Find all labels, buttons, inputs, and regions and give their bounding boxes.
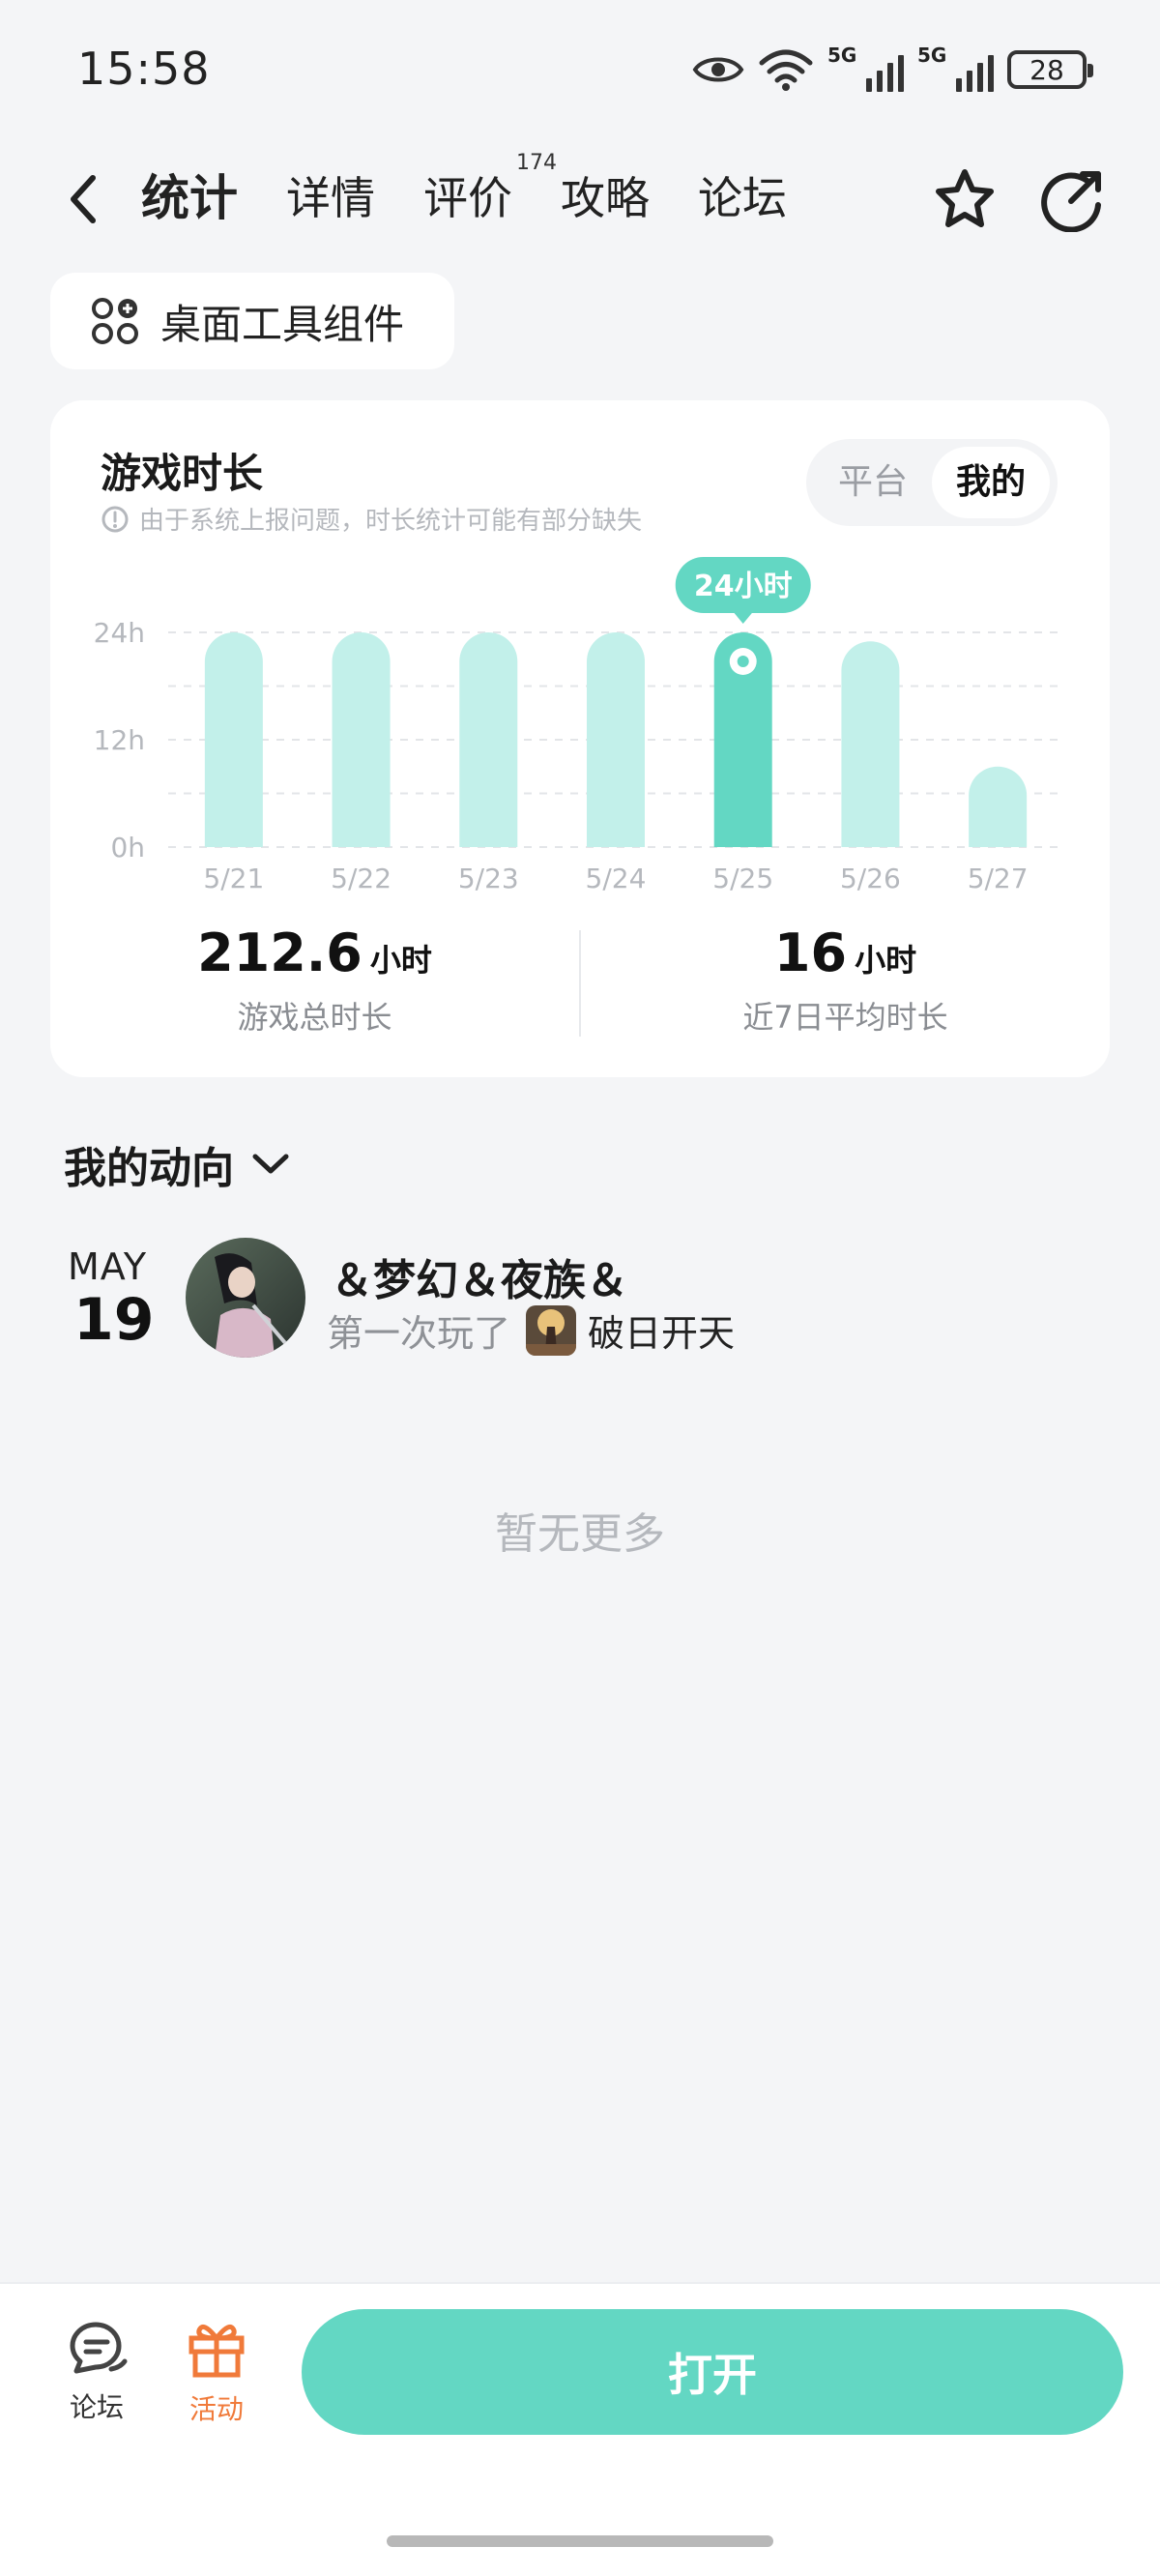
- share-icon: [1041, 171, 1101, 232]
- x-tick-label: 5/27: [968, 863, 1029, 894]
- top-nav: 统计 详情 评价 174 攻略 论坛: [0, 153, 1160, 242]
- bar-5/21: [204, 632, 263, 847]
- network-type-2: 5G: [917, 44, 947, 67]
- widget-grid-icon: [92, 298, 138, 344]
- total-playtime-label: 游戏总时长: [237, 999, 392, 1036]
- info-icon: [102, 506, 129, 532]
- total-playtime-unit: 小时: [369, 942, 432, 979]
- y-tick-label: 24h: [94, 617, 145, 649]
- eye-icon: [692, 57, 744, 82]
- game-thumbnail[interactable]: [526, 1304, 577, 1356]
- tab-bar: 统计 详情 评价 174 攻略 论坛: [137, 153, 835, 232]
- x-tick-label: 5/26: [840, 863, 901, 894]
- tab-reviews-label: 评价: [423, 172, 512, 224]
- back-button[interactable]: [62, 172, 104, 226]
- bar-5/27: [969, 766, 1028, 847]
- activity-item[interactable]: MAY 19 ＆梦幻＆夜族＆ 第一次玩了 破日开天: [64, 1238, 1098, 1373]
- data-source-toggle: 平台 我的: [806, 439, 1058, 526]
- x-tick-label: 5/21: [203, 863, 264, 894]
- x-tick-label: 5/23: [458, 863, 519, 894]
- open-game-button[interactable]: 打开: [302, 2309, 1123, 2435]
- home-indicator[interactable]: [387, 2535, 773, 2547]
- tooltip-pointer: [733, 612, 753, 624]
- forum-button[interactable]: 论坛: [48, 2319, 145, 2425]
- favorite-button[interactable]: [930, 164, 1000, 234]
- x-tick-label: 5/22: [331, 863, 392, 894]
- y-tick-label: 12h: [94, 724, 145, 756]
- activity-action: 第一次玩了: [327, 1312, 511, 1355]
- cell-signal-2-icon: 5G: [917, 44, 994, 92]
- user-avatar[interactable]: [186, 1238, 305, 1358]
- app-page: 15:58 5G 5G 28 统计 详情 评价 174 攻略 论坛 桌面工具组件…: [0, 0, 1160, 2576]
- tooltip-text: 24小时: [694, 570, 793, 603]
- desktop-widget-label: 桌面工具组件: [160, 300, 405, 348]
- tab-guides[interactable]: 攻略: [561, 164, 650, 232]
- nav-actions: [930, 164, 1108, 234]
- playtime-note-text: 由于系统上报问题，时长统计可能有部分缺失: [139, 507, 643, 536]
- chat-bubble-icon: [70, 2322, 128, 2374]
- forum-button-label: 论坛: [69, 2391, 124, 2423]
- bar-5/23: [459, 632, 518, 847]
- cell-signal-1-icon: 5G: [827, 44, 904, 92]
- network-type-1: 5G: [827, 44, 857, 67]
- highlight-marker-dot: [737, 656, 749, 667]
- bar-5/22: [332, 632, 391, 847]
- activity-filter[interactable]: 我的动向: [64, 1133, 290, 1195]
- y-tick-label: 0h: [110, 832, 145, 864]
- playtime-bar-chart: 0h 12h 24h 5/21 5/22 5/23 5/24 5/25 24小时 5/26 5/27: [94, 557, 1061, 894]
- toggle-platform[interactable]: 平台: [814, 447, 932, 518]
- battery-level: 28: [1030, 53, 1064, 86]
- average-playtime-label: 近7日平均时长: [742, 999, 948, 1036]
- activity-description: 第一次玩了 破日开天: [327, 1303, 735, 1357]
- playtime-stats: 212.6 小时 游戏总时长 16 小时 近7日平均时长: [50, 922, 1110, 1039]
- desktop-widget-button[interactable]: 桌面工具组件: [50, 273, 454, 369]
- tab-details[interactable]: 详情: [286, 164, 375, 232]
- playtime-title: 游戏时长: [101, 450, 264, 497]
- x-tick-label: 5/24: [586, 863, 647, 894]
- chevron-left-icon: [71, 175, 96, 223]
- tab-reviews[interactable]: 评价 174: [423, 153, 557, 232]
- tab-stats[interactable]: 统计: [137, 164, 242, 232]
- gift-icon: [188, 2324, 245, 2378]
- activity-month: MAY: [68, 1245, 148, 1288]
- chevron-down-icon: [252, 1154, 289, 1174]
- review-count-badge: 174: [516, 151, 557, 175]
- avatar-image: [186, 1238, 305, 1358]
- tab-forum[interactable]: 论坛: [698, 164, 787, 232]
- total-playtime-value: 212.6: [197, 922, 362, 983]
- status-bar: 15:58 5G 5G 28: [0, 0, 1160, 135]
- status-icons: 5G 5G 28: [692, 43, 1093, 97]
- status-time: 15:58: [77, 43, 211, 95]
- tab-details-label: 详情: [286, 172, 375, 224]
- average-playtime: 16 小时 近7日平均时长: [581, 922, 1110, 1039]
- tab-forum-label: 论坛: [698, 172, 787, 224]
- events-button-label: 活动: [188, 2393, 244, 2425]
- share-button[interactable]: [1038, 164, 1108, 234]
- events-button[interactable]: 活动: [168, 2319, 265, 2427]
- star-icon: [936, 169, 994, 227]
- activity-day: 19: [73, 1286, 155, 1354]
- playtime-note: 由于系统上报问题，时长统计可能有部分缺失: [101, 501, 642, 537]
- tab-guides-label: 攻略: [561, 172, 650, 224]
- total-playtime: 212.6 小时 游戏总时长: [50, 922, 579, 1039]
- average-playtime-unit: 小时: [855, 942, 917, 979]
- bar-5/24: [587, 632, 645, 847]
- activity-game-name[interactable]: 破日开天: [588, 1303, 735, 1357]
- playtime-card: 游戏时长 由于系统上报问题，时长统计可能有部分缺失 平台 我的 0h 12h 24h…: [50, 400, 1110, 1077]
- bar-5/26: [841, 641, 900, 847]
- bottom-bar: 论坛 活动 打开: [0, 2282, 1160, 2576]
- x-tick-label: 5/25: [712, 863, 773, 894]
- activity-title: 我的动向: [64, 1144, 234, 1193]
- battery-icon: 28: [1007, 50, 1093, 89]
- game-thumbnail-image: [526, 1304, 577, 1356]
- wifi-icon: [759, 49, 813, 91]
- average-playtime-value: 16: [773, 922, 848, 983]
- no-more-text: 暂无更多: [495, 1509, 665, 1559]
- toggle-mine[interactable]: 我的: [932, 447, 1050, 518]
- tab-stats-label: 统计: [141, 170, 238, 226]
- activity-username[interactable]: ＆梦幻＆夜族＆: [331, 1245, 628, 1307]
